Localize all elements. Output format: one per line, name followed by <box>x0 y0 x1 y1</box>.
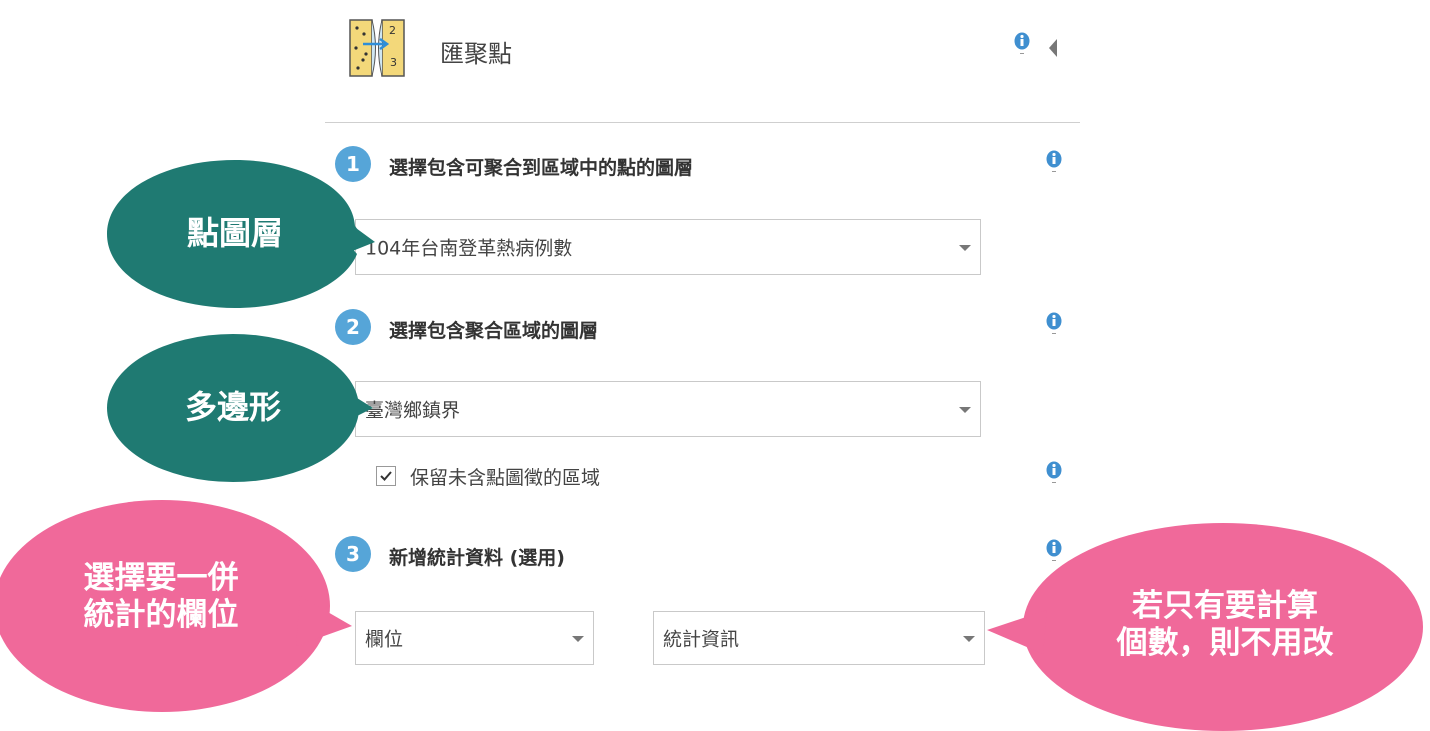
step-2-label: 選擇包含聚合區域的圖層 <box>389 320 599 342</box>
callout-choose-field-line1: 選擇要一併 <box>83 560 239 596</box>
chevron-down-icon <box>572 636 584 642</box>
callout-polygon-text: 多邊形 <box>184 388 281 426</box>
collapse-panel-button[interactable] <box>1049 39 1057 57</box>
area-layer-select[interactable]: 臺灣鄉鎮界 <box>355 381 981 437</box>
aggregate-points-panel: 2 3 匯聚點 1 選擇包含可聚合到區域中的點的圖層 104年台南登革熱病例數 … <box>0 0 1430 731</box>
point-layer-select-value: 104年台南登革熱病例數 <box>365 237 573 260</box>
step-3-label: 新增統計資料 (選用) <box>389 547 565 569</box>
icon-digit-2: 2 <box>389 24 396 37</box>
checkbox-info-icon[interactable] <box>1045 461 1063 489</box>
keep-empty-areas-label: 保留未含點圖徵的區域 <box>410 467 601 489</box>
callout-polygon: 多邊形 <box>105 332 380 484</box>
icon-digit-3: 3 <box>390 56 397 69</box>
field-select[interactable]: 欄位 <box>355 611 594 665</box>
step-1-label: 選擇包含可聚合到區域中的點的圖層 <box>389 157 694 179</box>
step-1-info-icon[interactable] <box>1045 150 1063 178</box>
statistic-select[interactable]: 統計資訊 <box>653 611 985 665</box>
chevron-down-icon <box>959 245 971 251</box>
callout-choose-field: 選擇要一併 統計的欄位 <box>0 496 360 714</box>
header-divider <box>325 122 1080 123</box>
callout-count-only-line1: 若只有要計算 <box>1132 588 1318 624</box>
statistic-select-value: 統計資訊 <box>663 628 740 651</box>
callout-count-only: 若只有要計算 個數，則不用改 <box>985 522 1430 731</box>
callout-choose-field-line2: 統計的欄位 <box>83 596 239 633</box>
chevron-down-icon <box>963 636 975 642</box>
callout-choose-field-text: 選擇要一併 統計的欄位 <box>30 560 292 633</box>
callout-count-only-line2: 個數，則不用改 <box>1116 624 1334 661</box>
tool-info-icon[interactable] <box>1013 32 1031 60</box>
checkmark-icon <box>380 471 392 481</box>
callout-point-layer: 點圖層 <box>105 158 380 310</box>
chevron-down-icon <box>959 407 971 413</box>
tool-title: 匯聚點 <box>440 40 512 68</box>
callout-count-only-text: 若只有要計算 個數，則不用改 <box>1080 588 1370 661</box>
aggregate-points-tool-icon: 2 3 <box>349 18 405 78</box>
step-2-info-icon[interactable] <box>1045 312 1063 340</box>
callout-point-layer-text: 點圖層 <box>186 214 283 252</box>
point-layer-select[interactable]: 104年台南登革熱病例數 <box>355 219 981 275</box>
field-select-value: 欄位 <box>365 628 404 651</box>
